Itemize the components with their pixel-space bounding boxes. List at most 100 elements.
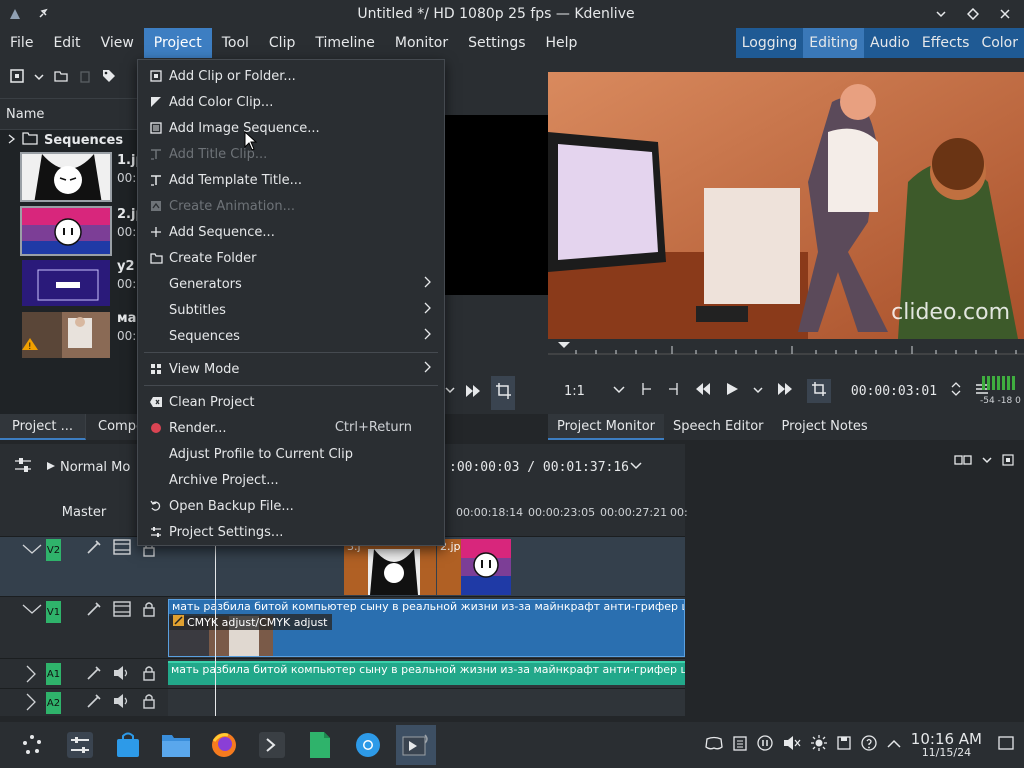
menu-item-sequences[interactable]: Sequences xyxy=(138,323,444,349)
system-settings-task-icon[interactable] xyxy=(60,725,100,765)
store-task-icon[interactable] xyxy=(108,725,148,765)
clip-thumbnail-4[interactable]: ! xyxy=(20,310,112,360)
clipboard-tray-icon[interactable] xyxy=(733,735,747,755)
timeline-clip-v1[interactable]: мать разбила битой компьютер сыну в реал… xyxy=(168,599,685,657)
track-header-a1[interactable]: A1 xyxy=(0,658,168,688)
set-zone-out-icon[interactable] xyxy=(667,382,681,400)
tab-speech-editor[interactable]: Speech Editor xyxy=(664,414,773,440)
menu-item-add-color-clip[interactable]: Add Color Clip... xyxy=(138,89,444,115)
workspace-audio[interactable]: Audio xyxy=(864,28,916,58)
lock-icon[interactable] xyxy=(142,665,156,685)
pin-icon[interactable] xyxy=(34,5,52,23)
chevron-down-icon[interactable] xyxy=(630,460,642,475)
menu-item-subtitles[interactable]: Subtitles xyxy=(138,297,444,323)
collapse-track-icon[interactable] xyxy=(22,543,42,559)
tab-project-monitor[interactable]: Project Monitor xyxy=(548,414,665,440)
workspace-editing[interactable]: Editing xyxy=(803,28,865,58)
menu-item-add-sequence[interactable]: Add Sequence... xyxy=(138,219,444,245)
help-tray-icon[interactable] xyxy=(861,735,877,755)
menu-tool[interactable]: Tool xyxy=(212,28,259,58)
film-icon[interactable] xyxy=(113,601,131,621)
effects-wand-icon[interactable] xyxy=(86,601,102,621)
sequences-folder[interactable]: Sequences xyxy=(0,130,123,150)
timeline-clip-2jpg[interactable]: 2.jpg xyxy=(437,539,511,595)
menu-item-create-folder[interactable]: Create Folder xyxy=(138,245,444,271)
track-lane-v1[interactable]: мать разбила битой компьютер сыну в реал… xyxy=(168,596,685,658)
speaker-icon[interactable] xyxy=(113,665,131,685)
menu-item-add-clip-or-folder[interactable]: Add Clip or Folder... xyxy=(138,63,444,89)
chevron-down-icon[interactable] xyxy=(753,384,763,399)
rewind-icon[interactable] xyxy=(695,382,711,400)
menu-item-clean-project[interactable]: Clean Project xyxy=(138,389,444,415)
terminal-task-icon[interactable] xyxy=(252,725,292,765)
track-header-v1[interactable]: V1 xyxy=(0,596,168,658)
chevron-down-icon[interactable] xyxy=(982,454,992,470)
save-tray-icon[interactable] xyxy=(837,736,851,754)
collapse-track-icon[interactable] xyxy=(22,603,42,619)
detach-icon[interactable] xyxy=(1002,454,1014,470)
document-task-icon[interactable] xyxy=(300,725,340,765)
monitor-timecode[interactable]: 00:00:03:01 xyxy=(851,384,937,399)
media-pause-tray-icon[interactable] xyxy=(757,735,773,755)
lock-icon[interactable] xyxy=(142,601,156,621)
workspace-effects[interactable]: Effects xyxy=(916,28,976,58)
brightness-tray-icon[interactable] xyxy=(810,735,827,755)
clip-thumbnail-3[interactable] xyxy=(20,258,112,308)
menu-view[interactable]: View xyxy=(91,28,144,58)
speaker-icon[interactable] xyxy=(113,693,131,713)
menu-item-add-image-sequence[interactable]: Add Image Sequence... xyxy=(138,115,444,141)
chevron-down-icon[interactable] xyxy=(613,384,625,399)
chevron-down-icon[interactable] xyxy=(34,71,44,86)
chevron-up-icon[interactable] xyxy=(887,738,901,753)
film-icon[interactable] xyxy=(113,539,131,559)
effect-badge[interactable]: CMYK adjust/CMYK adjust xyxy=(169,614,332,630)
edit-mode-select[interactable]: Normal Mo xyxy=(46,460,130,475)
zoom-select[interactable]: 1:1 xyxy=(564,384,585,399)
workspace-logging[interactable]: Logging xyxy=(736,28,804,58)
kdenlive-task-icon[interactable] xyxy=(396,725,436,765)
link-icon[interactable] xyxy=(954,454,972,470)
menu-item-open-backup-file[interactable]: Open Backup File... xyxy=(138,493,444,519)
close-icon[interactable] xyxy=(996,5,1014,23)
menu-item-add-template-title[interactable]: Add Template Title... xyxy=(138,167,444,193)
show-desktop-icon[interactable] xyxy=(998,736,1014,754)
volume-muted-tray-icon[interactable] xyxy=(783,735,801,755)
menu-project[interactable]: Project xyxy=(143,28,212,58)
spin-arrows-icon[interactable] xyxy=(951,380,961,402)
chevron-down-icon[interactable] xyxy=(445,376,455,410)
tag-icon[interactable] xyxy=(102,69,116,87)
tab-project-bin[interactable]: Project ... xyxy=(0,414,87,440)
menu-timeline[interactable]: Timeline xyxy=(305,28,385,58)
forward-icon[interactable] xyxy=(777,382,793,400)
clip-thumbnail-1[interactable] xyxy=(20,152,112,202)
menu-item-generators[interactable]: Generators xyxy=(138,271,444,297)
effects-wand-icon[interactable] xyxy=(86,665,102,685)
clock[interactable]: 10:16 AM 11/15/24 xyxy=(911,731,982,760)
menu-item-adjust-profile[interactable]: Adjust Profile to Current Clip xyxy=(138,441,444,467)
menu-item-render[interactable]: Render... Ctrl+Return xyxy=(138,415,444,441)
maximize-icon[interactable] xyxy=(964,5,982,23)
menu-file[interactable]: File xyxy=(0,28,43,58)
lock-icon[interactable] xyxy=(142,693,156,713)
monitor-ruler[interactable] xyxy=(548,342,1024,364)
crop-icon[interactable] xyxy=(491,376,515,410)
set-zone-in-icon[interactable] xyxy=(639,382,653,400)
workspace-color[interactable]: Color xyxy=(975,28,1024,58)
video-preview[interactable]: clideo.com xyxy=(548,72,1024,339)
menu-settings[interactable]: Settings xyxy=(458,28,535,58)
play-icon[interactable] xyxy=(725,382,739,400)
file-manager-task-icon[interactable] xyxy=(156,725,196,765)
timeline-timecode[interactable]: :00:00:03 / 00:01:37:16 xyxy=(449,460,629,475)
chevron-right-icon[interactable] xyxy=(8,133,16,148)
effects-wand-icon[interactable] xyxy=(86,693,102,713)
menu-edit[interactable]: Edit xyxy=(43,28,90,58)
app-launcher-icon[interactable] xyxy=(12,725,52,765)
clip-thumbnail-2[interactable] xyxy=(20,206,112,256)
chrome-task-icon[interactable] xyxy=(348,725,388,765)
discord-tray-icon[interactable] xyxy=(705,736,723,754)
track-lane-a2[interactable] xyxy=(168,688,685,716)
timeline-settings-icon[interactable] xyxy=(14,457,32,477)
track-header-a2[interactable]: A2 xyxy=(0,688,168,716)
menu-item-archive-project[interactable]: Archive Project... xyxy=(138,467,444,493)
menu-item-view-mode[interactable]: View Mode xyxy=(138,356,444,382)
